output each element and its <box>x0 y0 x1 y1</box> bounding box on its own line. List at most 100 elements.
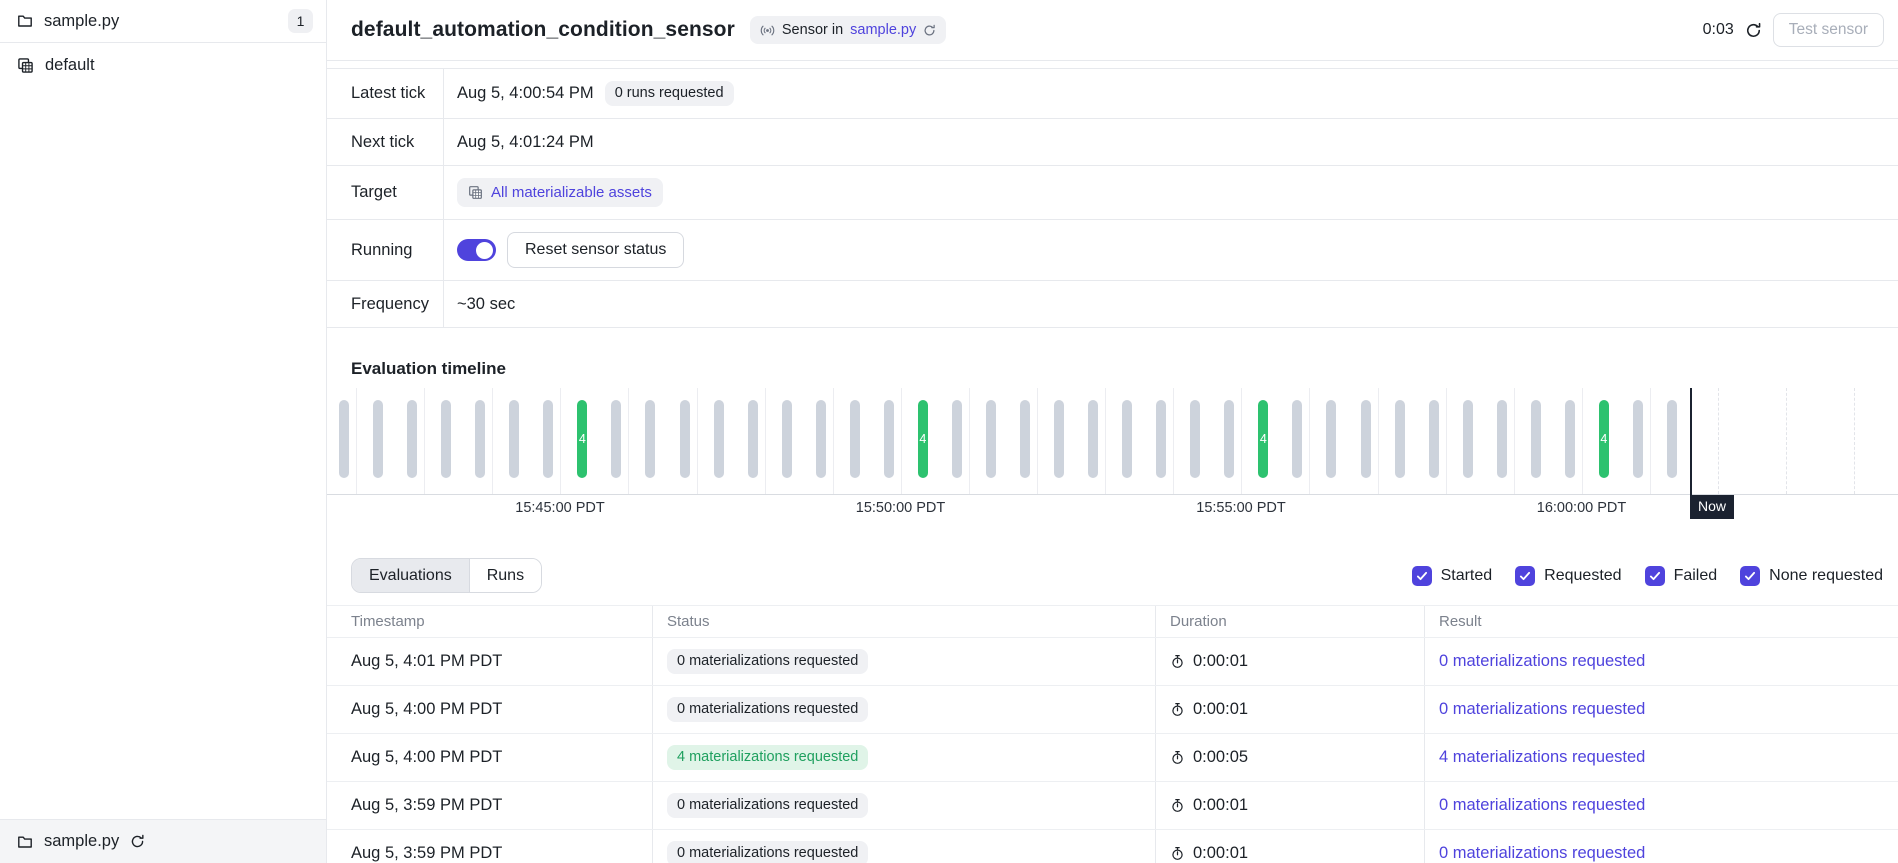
timeline-tick-bar[interactable] <box>1088 400 1098 478</box>
timeline-tick-bar[interactable] <box>816 400 826 478</box>
timeline-tick-bar[interactable] <box>1531 400 1541 478</box>
column-header-timestamp: Timestamp <box>327 606 652 637</box>
filter-requested[interactable]: Requested <box>1515 566 1621 586</box>
now-marker-label: Now <box>1690 495 1734 519</box>
timeline-tick-bar[interactable] <box>1020 400 1030 478</box>
reload-location-icon[interactable] <box>130 834 145 849</box>
timeline-tick-bar[interactable] <box>1292 400 1302 478</box>
timeline-tick-bar[interactable] <box>1633 400 1643 478</box>
running-toggle[interactable] <box>457 239 496 261</box>
timeline-tick-bar[interactable] <box>1395 400 1405 478</box>
timeline-tick-bar[interactable] <box>1463 400 1473 478</box>
tab-evaluations[interactable]: Evaluations <box>352 559 470 592</box>
timeline-tick-bar-requested[interactable]: 4 <box>577 400 587 478</box>
timeline-tick-bar-requested[interactable]: 4 <box>1599 400 1609 478</box>
timeline-tick-bar[interactable] <box>782 400 792 478</box>
filter-none-requested[interactable]: None requested <box>1740 566 1883 586</box>
timeline-tick-bar[interactable] <box>1429 400 1439 478</box>
timeline-tick-bar[interactable] <box>1326 400 1336 478</box>
timeline-gridline <box>833 388 834 494</box>
evaluation-timestamp: Aug 5, 3:59 PM PDT <box>327 782 652 829</box>
sidebar-item-sample-py[interactable]: sample.py 1 <box>0 0 326 43</box>
timeline-gridline <box>1650 388 1651 494</box>
timeline-tick-bar[interactable] <box>714 400 724 478</box>
timeline-tick-bar[interactable] <box>748 400 758 478</box>
target-assets-chip[interactable]: All materializable assets <box>457 178 663 207</box>
evaluation-row: Aug 5, 4:00 PM PDT 0 materializations re… <box>327 686 1898 734</box>
status-badge: 0 materializations requested <box>667 697 868 722</box>
now-marker-line <box>1690 388 1692 495</box>
timeline-tick-bar[interactable] <box>1667 400 1677 478</box>
next-tick-time: Aug 5, 4:01:24 PM <box>457 133 594 152</box>
checkbox-checked-icon <box>1515 566 1535 586</box>
timeline-tick-bar[interactable] <box>475 400 485 478</box>
timeline-tick-bar[interactable] <box>1361 400 1371 478</box>
timeline-gridline <box>697 388 698 494</box>
timeline-tick-bar-requested[interactable]: 4 <box>918 400 928 478</box>
timeline-tick-bar[interactable] <box>1054 400 1064 478</box>
timeline-tick-bar[interactable] <box>680 400 690 478</box>
timeline-axis-label: 16:00:00 PDT <box>1537 500 1626 516</box>
timeline-tick-bar[interactable] <box>1565 400 1575 478</box>
timeline-tick-bar[interactable] <box>543 400 553 478</box>
latest-tick-status-badge: 0 runs requested <box>605 81 734 106</box>
timeline-gridline <box>901 388 902 494</box>
filter-started[interactable]: Started <box>1412 566 1493 586</box>
timeline-tick-bar[interactable] <box>1122 400 1132 478</box>
detail-label: Latest tick <box>327 69 444 118</box>
result-link[interactable]: 0 materializations requested <box>1439 652 1645 671</box>
timeline-gridline <box>969 388 970 494</box>
evaluation-row: Aug 5, 4:00 PM PDT 4 materializations re… <box>327 734 1898 782</box>
tab-runs[interactable]: Runs <box>470 559 541 592</box>
timeline-gridline <box>492 388 493 494</box>
timeline-tick-bar[interactable] <box>1190 400 1200 478</box>
filter-failed[interactable]: Failed <box>1645 566 1718 586</box>
result-link[interactable]: 0 materializations requested <box>1439 844 1645 863</box>
page-title: default_automation_condition_sensor <box>351 18 735 42</box>
tick-countdown: 0:03 <box>1703 21 1734 39</box>
timeline-tick-bar[interactable] <box>339 400 349 478</box>
stopwatch-icon <box>1170 654 1185 669</box>
timeline-tick-bar[interactable] <box>373 400 383 478</box>
timeline-tick-bar[interactable] <box>509 400 519 478</box>
stopwatch-icon <box>1170 798 1185 813</box>
detail-row-target: Target All materializable assets <box>327 166 1898 220</box>
target-assets-link[interactable]: All materializable assets <box>491 184 652 201</box>
detail-row-next-tick: Next tick Aug 5, 4:01:24 PM <box>327 119 1898 166</box>
timeline-gridline <box>1105 388 1106 494</box>
reload-icon[interactable] <box>923 24 936 37</box>
refresh-icon[interactable] <box>1745 22 1762 39</box>
status-badge: 4 materializations requested <box>667 745 868 770</box>
timeline-tick-bar[interactable] <box>645 400 655 478</box>
timeline-tick-bar[interactable] <box>407 400 417 478</box>
timeline-tick-bar[interactable] <box>441 400 451 478</box>
timeline-gridline <box>560 388 561 494</box>
code-location-link[interactable]: sample.py <box>850 22 916 38</box>
column-header-status: Status <box>652 606 1155 637</box>
status-badge: 0 materializations requested <box>667 649 868 674</box>
result-link[interactable]: 0 materializations requested <box>1439 796 1645 815</box>
reset-sensor-status-button[interactable]: Reset sensor status <box>507 232 684 268</box>
sensor-icon <box>760 23 775 38</box>
timeline-tick-bar[interactable] <box>1224 400 1234 478</box>
timeline-tick-bar[interactable] <box>952 400 962 478</box>
evaluation-row: Aug 5, 3:59 PM PDT 0 materializations re… <box>327 830 1898 863</box>
timeline-tick-bar[interactable] <box>850 400 860 478</box>
timeline-gridline <box>356 388 357 494</box>
result-link[interactable]: 0 materializations requested <box>1439 700 1645 719</box>
sidebar: sample.py 1 default sample.py <box>0 0 327 863</box>
evaluation-timestamp: Aug 5, 3:59 PM PDT <box>327 830 652 863</box>
evaluation-duration: 0:00:01 <box>1193 700 1248 719</box>
sidebar-item-default[interactable]: default <box>0 43 326 88</box>
test-sensor-button[interactable]: Test sensor <box>1773 13 1884 47</box>
timeline-tick-bar-requested[interactable]: 4 <box>1258 400 1268 478</box>
timeline-tick-bar[interactable] <box>1497 400 1507 478</box>
timeline-tick-bar[interactable] <box>884 400 894 478</box>
timeline-tick-bar[interactable] <box>1156 400 1166 478</box>
timeline-axis-label: 15:50:00 PDT <box>856 500 945 516</box>
header-actions: 0:03 Test sensor <box>1703 13 1884 47</box>
timeline-tick-bar[interactable] <box>986 400 996 478</box>
list-controls: Evaluations Runs Started Requested Faile… <box>351 558 1883 593</box>
timeline-tick-bar[interactable] <box>611 400 621 478</box>
result-link[interactable]: 4 materializations requested <box>1439 748 1645 767</box>
